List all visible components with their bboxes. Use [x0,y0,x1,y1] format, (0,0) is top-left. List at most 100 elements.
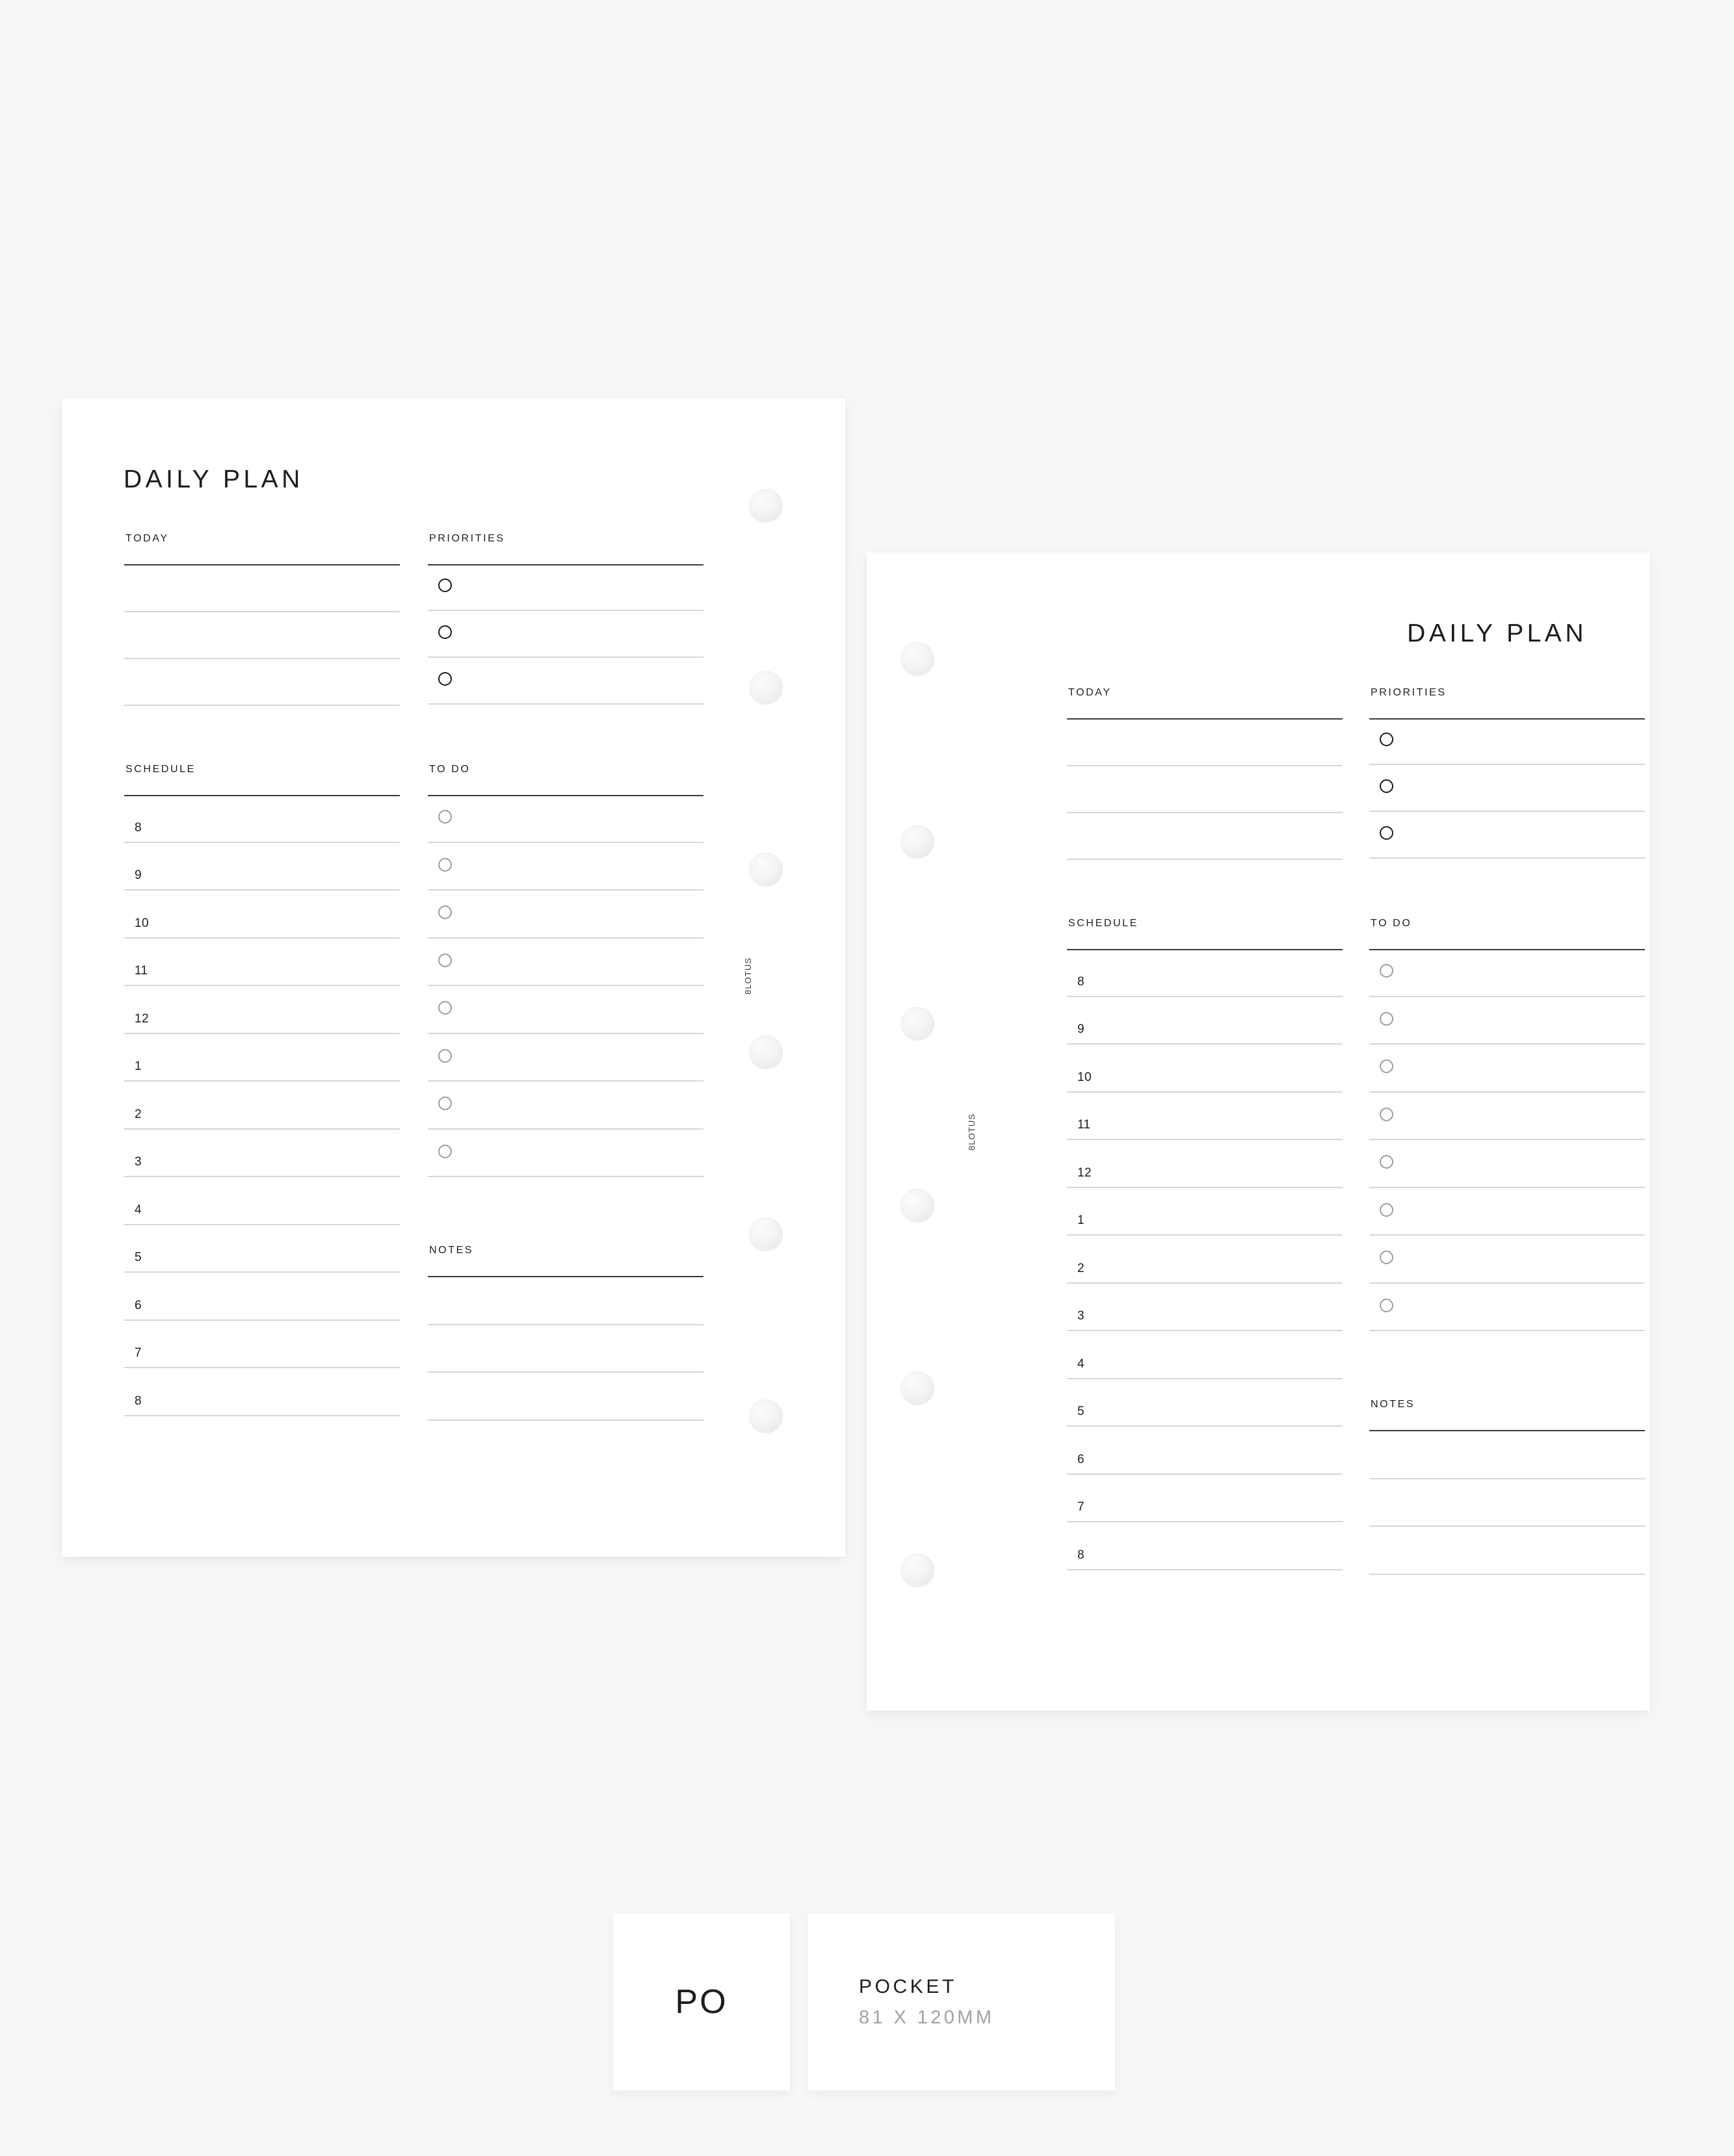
checklist-row[interactable] [428,1130,703,1177]
schedule-row[interactable]: 8 [1067,949,1343,997]
schedule-row[interactable]: 3 [1067,1284,1343,1331]
schedule-hour-label: 8 [135,1394,142,1408]
planner-page-right: DAILY PLAN TODAY PRIORITIES SCHEDULE 8 9 1… [867,552,1649,1711]
checkbox-circle-icon[interactable] [438,1048,452,1063]
notes-lines-right[interactable] [1369,1430,1645,1575]
todo-list-right[interactable] [1369,949,1645,1334]
schedule-hour-label: 11 [1077,1118,1091,1132]
checkbox-circle-icon[interactable] [438,625,452,639]
schedule-row[interactable]: 7 [1067,1475,1343,1522]
schedule-row[interactable]: 2 [1067,1236,1343,1284]
today-lines-right[interactable] [1067,718,1343,860]
checkbox-circle-icon[interactable] [1380,1107,1393,1121]
schedule-row[interactable]: 1 [124,1034,400,1082]
writing-line [1067,859,1343,860]
schedule-row[interactable]: 5 [1067,1379,1343,1427]
checklist-row[interactable] [428,843,703,890]
checklist-row[interactable] [428,986,703,1034]
binder-hole [900,642,934,676]
checklist-row[interactable] [428,939,703,986]
checklist-row[interactable] [1369,1236,1645,1284]
priorities-list-right[interactable] [1369,718,1645,859]
writing-line [1067,812,1343,813]
checklist-row[interactable] [1369,812,1645,859]
checklist-row[interactable] [428,658,703,705]
schedule-row[interactable]: 12 [1067,1140,1343,1188]
checkbox-circle-icon[interactable] [1380,1059,1393,1073]
page-title-right: DAILY PLAN [1407,619,1587,647]
checkbox-circle-icon[interactable] [1380,733,1393,746]
checklist-row[interactable] [428,890,703,939]
section-label-todo-left: TO DO [429,764,471,775]
schedule-row[interactable]: 8 [1067,1522,1343,1570]
schedule-row[interactable]: 11 [124,939,400,986]
checklist-row[interactable] [1369,1093,1645,1140]
checklist-row[interactable] [428,611,703,658]
checkbox-circle-icon[interactable] [1380,1011,1393,1026]
schedule-row[interactable]: 6 [1067,1427,1343,1475]
checkbox-circle-icon[interactable] [1380,779,1393,793]
checklist-row[interactable] [1369,1284,1645,1331]
checklist-row[interactable] [428,1082,703,1130]
section-label-today-right: TODAY [1068,687,1112,698]
schedule-row[interactable]: 10 [1067,1045,1343,1093]
binder-hole [900,1553,934,1587]
schedule-row[interactable]: 5 [124,1225,400,1273]
schedule-row[interactable]: 11 [1067,1093,1343,1140]
checkbox-circle-icon[interactable] [438,672,452,686]
schedule-row[interactable]: 8 [124,795,400,843]
checklist-row[interactable] [428,795,703,843]
todo-list-left[interactable] [428,795,703,1180]
checkbox-circle-icon[interactable] [1380,1202,1393,1217]
size-code-badge: PO [613,1914,790,2090]
schedule-list-left[interactable]: 8 9 10 11 12 1 2 3 4 5 6 7 8 [124,795,400,1419]
schedule-row[interactable]: 8 [124,1368,400,1416]
checkbox-circle-icon[interactable] [438,1097,452,1110]
checklist-row[interactable] [1369,1188,1645,1236]
checkbox-circle-icon[interactable] [1380,964,1393,978]
schedule-hour-label: 4 [1077,1357,1084,1371]
checkbox-circle-icon[interactable] [438,857,452,872]
today-lines-left[interactable] [124,564,400,706]
checkbox-circle-icon[interactable] [1380,1155,1393,1169]
checkbox-circle-icon[interactable] [438,810,452,824]
checkbox-circle-icon[interactable] [438,1001,452,1015]
writing-line [124,705,400,706]
checklist-row[interactable] [1369,1045,1645,1093]
section-label-priorities-left: PRIORITIES [429,533,505,544]
schedule-row[interactable]: 2 [124,1082,400,1130]
checklist-row[interactable] [1369,1140,1645,1188]
schedule-row[interactable]: 9 [124,843,400,890]
schedule-row[interactable]: 10 [124,890,400,939]
schedule-row[interactable]: 1 [1067,1188,1343,1236]
schedule-list-right[interactable]: 8 9 10 11 12 1 2 3 4 5 6 7 8 [1067,949,1343,1573]
checkbox-circle-icon[interactable] [1380,826,1393,840]
checklist-row[interactable] [1369,718,1645,765]
schedule-hour-label: 11 [135,964,148,978]
schedule-row[interactable]: 3 [124,1130,400,1177]
checklist-row[interactable] [1369,997,1645,1045]
checkbox-circle-icon[interactable] [438,953,452,967]
binder-hole [749,1217,783,1251]
writing-line [1067,765,1343,766]
checklist-row[interactable] [428,564,703,611]
schedule-row[interactable]: 7 [124,1321,400,1368]
schedule-hour-label: 7 [135,1346,142,1360]
checkbox-circle-icon[interactable] [438,578,452,592]
checklist-row[interactable] [1369,949,1645,997]
checklist-row[interactable] [1369,765,1645,812]
notes-lines-left[interactable] [428,1276,703,1421]
schedule-row[interactable]: 9 [1067,997,1343,1045]
checkbox-circle-icon[interactable] [1380,1298,1393,1312]
checkbox-circle-icon[interactable] [438,1144,452,1158]
checklist-row[interactable] [428,1034,703,1082]
schedule-row[interactable]: 4 [1067,1331,1343,1379]
checkbox-circle-icon[interactable] [438,905,452,919]
section-top-rule [1369,1430,1645,1431]
priorities-list-left[interactable] [428,564,703,705]
schedule-row[interactable]: 6 [124,1273,400,1321]
schedule-row[interactable]: 4 [124,1177,400,1225]
writing-line [428,1371,703,1373]
schedule-row[interactable]: 12 [124,986,400,1034]
checkbox-circle-icon[interactable] [1380,1251,1393,1264]
